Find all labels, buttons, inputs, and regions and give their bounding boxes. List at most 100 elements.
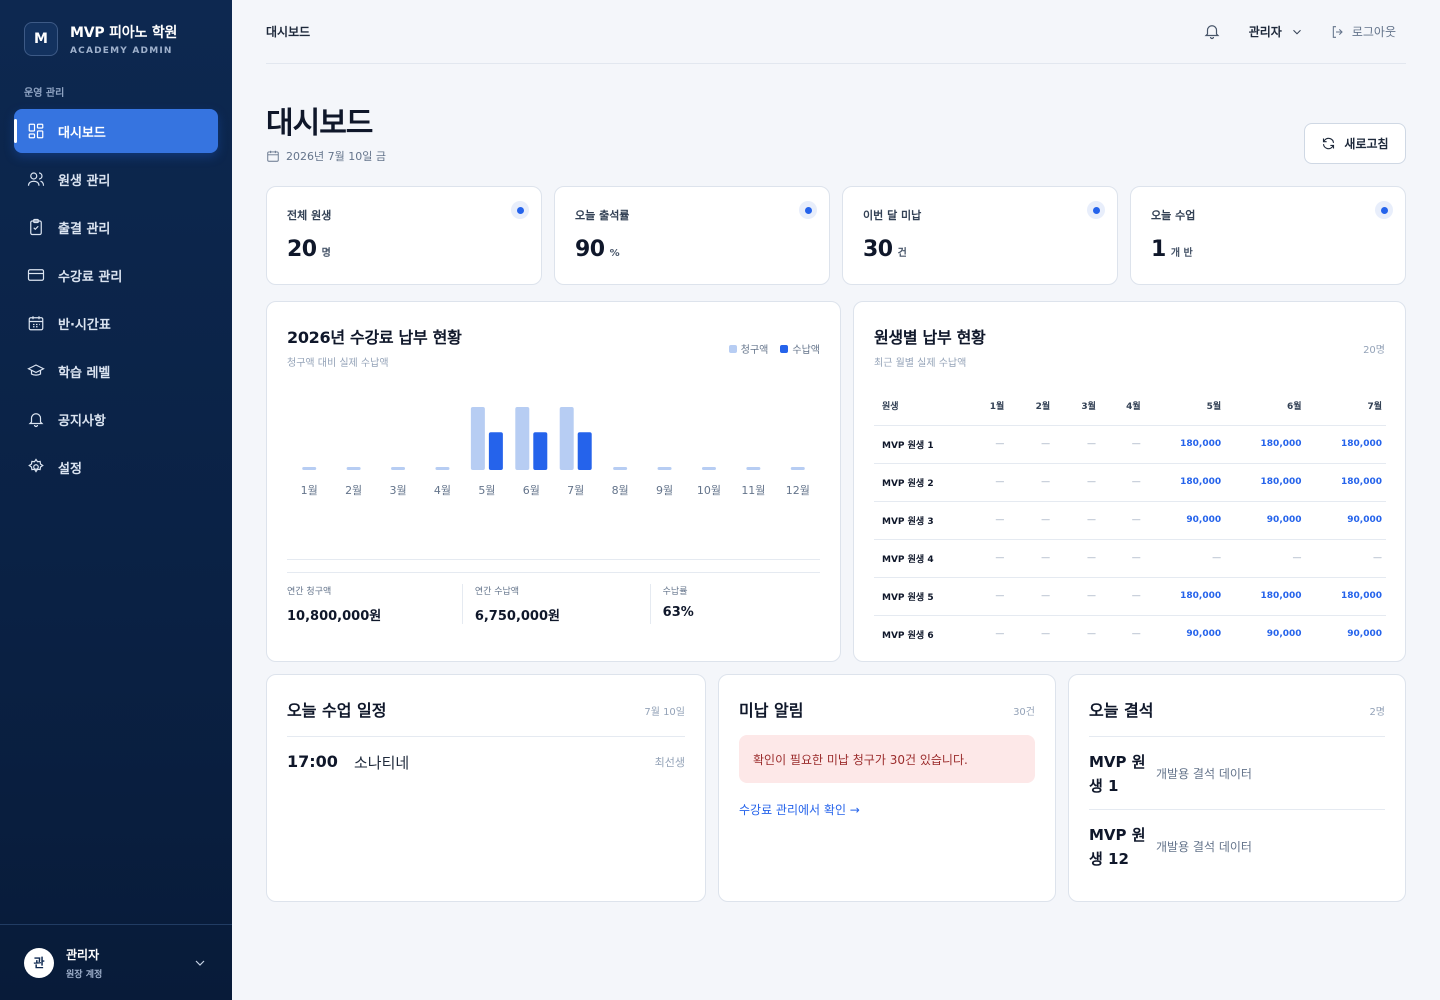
sidebar-item-notices[interactable]: 공지사항 (14, 397, 218, 441)
summary-paid: 연간 수납액 6,750,000원 (461, 584, 650, 624)
status-dot-icon (511, 201, 529, 219)
table-row[interactable]: MVP 원생 2— — — —180,000 180,000 180,000 (874, 463, 1386, 502)
summary-label: 수납률 (662, 587, 688, 597)
sidebar-item-levels[interactable]: 학습 레벨 (14, 349, 218, 393)
user-profile[interactable]: 관 관리자 원장 계정 (0, 924, 232, 1000)
brand-subtitle: ACADEMY ADMIN (70, 46, 173, 56)
table-row[interactable]: MVP 원생 1— — — —180,000 180,000 180,000 (874, 425, 1386, 464)
chevron-down-icon[interactable] (192, 955, 208, 971)
stat-card-unpaid[interactable]: 이번 달 미납 30 건 (842, 186, 1118, 285)
bell-icon (26, 409, 46, 429)
bar-billed-7[interactable] (559, 407, 574, 470)
x-tick-label: 3월 (389, 484, 406, 497)
absence-item[interactable]: MVP 원생 1 개발용 결석 데이터 (1089, 737, 1385, 810)
payment-cell: — (969, 539, 1009, 578)
column-header-month: 5월 (1144, 387, 1226, 426)
clipboard-check-icon (26, 217, 46, 237)
refresh-button[interactable]: 새로고침 (1304, 123, 1406, 164)
student-name-cell: MVP 원생 6 (882, 630, 934, 641)
sidebar-item-settings[interactable]: 설정 (14, 445, 218, 489)
payment-cell: 180,000 (1305, 425, 1386, 464)
x-tick-label: 4월 (434, 484, 451, 497)
payment-cell: — (969, 501, 1009, 540)
fee-summary: 연간 청구액 10,800,000원 연간 수납액 6,750,000원 수납률… (287, 584, 820, 624)
divider (287, 559, 820, 560)
bar-empty-8 (613, 467, 628, 470)
bar-paid-5[interactable] (488, 432, 503, 470)
column-header-month: 2월 (1008, 387, 1055, 426)
bar-paid-7[interactable] (577, 432, 592, 470)
status-dot-icon (1375, 201, 1393, 219)
unpaid-alert-card: 미납 알림 30건 확인이 필요한 미납 청구가 30건 있습니다. 수강료 관… (718, 674, 1056, 902)
stat-card-students[interactable]: 전체 원생 20 명 (266, 186, 542, 285)
stat-label: 오늘 수업 (1151, 209, 1196, 222)
x-tick-label: 10월 (697, 484, 721, 497)
sidebar-item-students[interactable]: 원생 관리 (14, 157, 218, 201)
user-role: 원장 계정 (66, 969, 103, 980)
payment-cell: — (1008, 539, 1055, 578)
sidebar-item-label: 대시보드 (58, 125, 106, 141)
table-row[interactable]: MVP 원생 6 — — — — 90,000 90,000 90,000 (874, 615, 1386, 653)
page-title: 대시보드 (266, 106, 373, 141)
legend-item-billed: 청구액 (728, 341, 768, 356)
logout-label: 로그아웃 (1351, 25, 1396, 39)
payment-cell: — (1041, 629, 1051, 640)
absence-note: 개발용 결석 데이터 (1156, 767, 1252, 781)
absence-student-name: MVP 원생 12 (1089, 825, 1146, 868)
admin-menu[interactable]: 관리자 (1249, 23, 1304, 40)
card-title: 미납 알림 (739, 701, 804, 720)
column-header-month: 3월 (1054, 387, 1100, 426)
table-row[interactable]: MVP 원생 3— — — —90,000 90,000 90,000 (874, 501, 1386, 540)
summary-label: 연간 수납액 (474, 587, 520, 597)
fee-chart-card: 2026년 수강료 납부 현황 청구액 대비 실제 수납액 청구액 수납액 1월… (266, 301, 841, 662)
summary-rate: 수납률 63% (649, 584, 820, 624)
table-row[interactable]: MVP 원생 5— — — —180,000 180,000 180,000 (874, 577, 1386, 616)
bar-empty-1 (302, 467, 317, 470)
bar-billed-5[interactable] (470, 407, 485, 470)
payment-cell: — (1086, 629, 1096, 640)
payment-cell: — (995, 629, 1005, 640)
sidebar-item-schedule[interactable]: 반·시간표 (14, 301, 218, 345)
logout-button[interactable]: 로그아웃 (1330, 23, 1396, 40)
settings-icon (26, 457, 46, 477)
sidebar-item-dashboard[interactable]: 대시보드 (14, 109, 218, 153)
payment-cell: 90,000 (1347, 629, 1382, 640)
payment-cell: — (1008, 425, 1055, 464)
sidebar-item-fees[interactable]: 수강료 관리 (14, 253, 218, 297)
bar-billed-6[interactable] (515, 407, 530, 470)
brand[interactable]: M MVP 피아노 학원 ACADEMY ADMIN (24, 22, 177, 56)
payment-cell: — (1225, 539, 1306, 578)
stat-card-attendance[interactable]: 오늘 출석률 90% (554, 186, 830, 285)
chart-legend: 청구액 수납액 (717, 341, 820, 356)
payment-cell: — (1054, 577, 1100, 616)
x-tick-label: 9월 (656, 484, 673, 497)
card-subtitle: 최근 월별 실제 수납액 (874, 358, 967, 369)
unpaid-count: 30건 (1013, 707, 1035, 718)
view-fees-link[interactable]: 수강료 관리에서 확인 → (739, 801, 860, 818)
stat-card-classes[interactable]: 오늘 수업 1 개 반 (1130, 186, 1406, 285)
refresh-icon (1323, 137, 1335, 150)
sidebar-item-attendance[interactable]: 출결 관리 (14, 205, 218, 249)
payments-table: 원생 1월 2월 3월 4월 5월 6월 7월 MVP 원생 1— — — —180,000 180,… (874, 387, 1386, 653)
x-tick-label: 6월 (523, 484, 540, 497)
notification-bell-icon[interactable] (1203, 22, 1223, 42)
summary-billed: 연간 청구액 10,800,000원 (287, 584, 462, 624)
stat-value: 1 (1151, 237, 1166, 262)
payment-cell: 180,000 (1144, 425, 1226, 464)
column-header-month: 1월 (969, 387, 1009, 426)
summary-label: 연간 청구액 (287, 587, 332, 597)
calendar-icon (26, 313, 46, 333)
bar-paid-6[interactable] (533, 432, 548, 470)
bar-empty-11 (746, 467, 761, 470)
absence-item[interactable]: MVP 원생 12 개발용 결석 데이터 (1089, 810, 1385, 883)
payment-cell: 180,000 (1225, 425, 1306, 464)
legend-item-paid: 수납액 (780, 341, 820, 356)
schedule-class-name: 소나티네 (354, 754, 410, 772)
user-name: 관리자 (66, 947, 100, 962)
column-header-month: 7월 (1305, 387, 1386, 426)
x-tick-label: 11월 (741, 484, 765, 497)
payment-cell: 180,000 (1225, 463, 1306, 502)
table-row[interactable]: MVP 원생 4— — — — — — — (874, 539, 1386, 578)
schedule-card: 오늘 수업 일정 7월 10일 17:00 소나티네 최선생 (266, 674, 706, 902)
refresh-label: 새로고침 (1344, 137, 1389, 151)
